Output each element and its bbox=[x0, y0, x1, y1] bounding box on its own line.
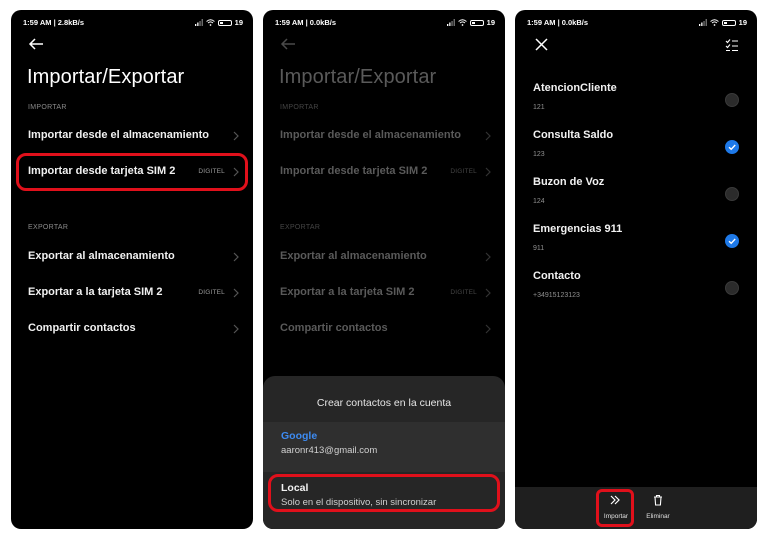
sim-carrier-badge: DIGITEL bbox=[450, 168, 477, 175]
share-contacts-item[interactable]: Compartir contactos bbox=[11, 317, 253, 341]
status-bar: 1:59 AM | 2.8kB/s 19 bbox=[23, 18, 243, 30]
battery-level: 19 bbox=[486, 18, 495, 27]
export-to-storage-item: Exportar al almacenamiento bbox=[263, 245, 505, 269]
chevron-right-icon bbox=[485, 288, 491, 298]
section-header-import: IMPORTAR bbox=[28, 104, 67, 111]
contact-item[interactable]: Contacto +34915123123 bbox=[515, 270, 757, 310]
signal-icon bbox=[698, 19, 707, 26]
wifi-icon bbox=[457, 19, 467, 26]
wifi-icon bbox=[205, 19, 215, 26]
checkbox[interactable] bbox=[725, 93, 739, 107]
status-bar: 1:59 AM | 0.0kB/s 19 bbox=[527, 18, 747, 30]
contact-name: AtencionCliente bbox=[533, 82, 617, 94]
signal-icon bbox=[446, 19, 455, 26]
check-icon bbox=[728, 144, 736, 151]
battery-icon bbox=[469, 19, 484, 26]
item-label: Exportar a la tarjeta SIM 2 bbox=[28, 286, 163, 298]
delete-label: Eliminar bbox=[646, 513, 670, 520]
checkbox-checked[interactable] bbox=[725, 140, 739, 154]
check-icon bbox=[728, 238, 736, 245]
contact-item[interactable]: AtencionCliente 121 bbox=[515, 82, 757, 122]
status-time: 1:59 AM | 0.0kB/s bbox=[275, 18, 337, 27]
import-from-storage-item: Importar desde el almacenamiento bbox=[263, 124, 505, 148]
chevron-right-icon bbox=[485, 167, 491, 177]
phone-screen-select-contacts: 1:59 AM | 0.0kB/s 19 AtencionCliente 121… bbox=[515, 10, 757, 529]
back-arrow-icon bbox=[280, 38, 295, 50]
contact-number: 123 bbox=[533, 151, 545, 158]
checkbox-checked[interactable] bbox=[725, 234, 739, 248]
sim-carrier-badge: DIGITEL bbox=[198, 289, 225, 296]
page-title: Importar/Exportar bbox=[27, 66, 185, 88]
item-label: Importar desde tarjeta SIM 2 bbox=[280, 165, 428, 177]
highlight-annotation bbox=[596, 489, 634, 527]
signal-icon bbox=[194, 19, 203, 26]
chevron-right-icon bbox=[485, 252, 491, 262]
chevron-right-icon bbox=[233, 324, 239, 334]
select-all-icon[interactable] bbox=[725, 38, 739, 52]
battery-level: 19 bbox=[234, 18, 243, 27]
item-label: Compartir contactos bbox=[28, 322, 136, 334]
battery-icon bbox=[217, 19, 232, 26]
section-header-import: IMPORTAR bbox=[280, 104, 319, 111]
phone-screen-account-picker: 1:59 AM | 0.0kB/s 19 Importar/Exportar I… bbox=[263, 10, 505, 529]
highlight-annotation bbox=[268, 474, 500, 512]
delete-button[interactable]: Eliminar bbox=[640, 493, 676, 520]
status-time: 1:59 AM | 0.0kB/s bbox=[527, 18, 589, 27]
sim-carrier-badge: DIGITEL bbox=[450, 289, 477, 296]
contact-item[interactable]: Emergencias 911 911 bbox=[515, 223, 757, 263]
export-to-storage-item[interactable]: Exportar al almacenamiento bbox=[11, 245, 253, 269]
share-contacts-item: Compartir contactos bbox=[263, 317, 505, 341]
contact-name: Buzon de Voz bbox=[533, 176, 605, 188]
contact-number: 124 bbox=[533, 198, 545, 205]
wifi-icon bbox=[709, 19, 719, 26]
checkbox[interactable] bbox=[725, 187, 739, 201]
item-label: Exportar a la tarjeta SIM 2 bbox=[280, 286, 415, 298]
contact-number: +34915123123 bbox=[533, 292, 580, 299]
action-bar: Importar Eliminar bbox=[515, 487, 757, 529]
chevron-right-icon bbox=[233, 131, 239, 141]
phone-screen-import-export: 1:59 AM | 2.8kB/s 19 Importar/Exportar I… bbox=[11, 10, 253, 529]
import-from-sim2-item: Importar desde tarjeta SIM 2 DIGITEL bbox=[263, 160, 505, 184]
section-header-export: EXPORTAR bbox=[28, 224, 69, 231]
highlight-annotation bbox=[16, 153, 248, 191]
contact-name: Emergencias 911 bbox=[533, 223, 623, 235]
battery-level: 19 bbox=[738, 18, 747, 27]
page-title: Importar/Exportar bbox=[279, 66, 437, 88]
contact-number: 911 bbox=[533, 245, 545, 252]
item-label: Compartir contactos bbox=[280, 322, 388, 334]
item-label: Exportar al almacenamiento bbox=[28, 250, 175, 262]
account-picker-sheet: Crear contactos en la cuenta Google aaro… bbox=[263, 376, 505, 529]
status-time: 1:59 AM | 2.8kB/s bbox=[23, 18, 85, 27]
chevron-right-icon bbox=[485, 324, 491, 334]
contact-item[interactable]: Consulta Saldo 123 bbox=[515, 129, 757, 169]
export-to-sim2-item: Exportar a la tarjeta SIM 2 DIGITEL bbox=[263, 281, 505, 305]
item-label: Importar desde el almacenamiento bbox=[280, 129, 461, 141]
account-option-google[interactable]: Google aaronr413@gmail.com bbox=[263, 422, 505, 472]
chevron-right-icon bbox=[233, 288, 239, 298]
section-header-export: EXPORTAR bbox=[280, 224, 321, 231]
close-icon[interactable] bbox=[535, 38, 548, 51]
chevron-right-icon bbox=[485, 131, 491, 141]
contact-name: Consulta Saldo bbox=[533, 129, 614, 141]
status-bar: 1:59 AM | 0.0kB/s 19 bbox=[275, 18, 495, 30]
contact-name: Contacto bbox=[533, 270, 581, 282]
back-arrow-icon[interactable] bbox=[27, 36, 45, 52]
battery-icon bbox=[721, 19, 736, 26]
sheet-title: Crear contactos en la cuenta bbox=[316, 397, 452, 409]
account-name: Google bbox=[281, 430, 318, 442]
contact-item[interactable]: Buzon de Voz 124 bbox=[515, 176, 757, 216]
chevron-right-icon bbox=[233, 252, 239, 262]
item-label: Importar desde el almacenamiento bbox=[28, 129, 209, 141]
item-label: Exportar al almacenamiento bbox=[280, 250, 427, 262]
import-from-storage-item[interactable]: Importar desde el almacenamiento bbox=[11, 124, 253, 148]
contact-number: 121 bbox=[533, 104, 545, 111]
checkbox[interactable] bbox=[725, 281, 739, 295]
account-detail: aaronr413@gmail.com bbox=[281, 445, 378, 456]
trash-icon bbox=[654, 494, 662, 506]
export-to-sim2-item[interactable]: Exportar a la tarjeta SIM 2 DIGITEL bbox=[11, 281, 253, 305]
